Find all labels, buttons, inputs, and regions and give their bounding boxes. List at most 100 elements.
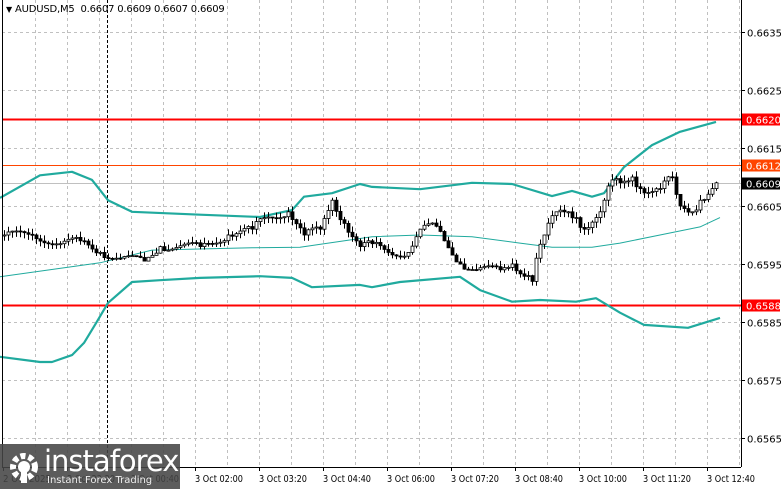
candle-bear [230,234,235,237]
candle-bull [226,234,231,242]
candle-bull [242,228,247,232]
candle-bear [370,240,375,245]
candle-bull [130,255,135,258]
candle-bull [314,226,319,229]
candle-bull [542,234,547,245]
candle-bear [30,233,35,236]
candle-bull [374,241,379,245]
candle-bear [562,209,567,213]
candle-bull [406,251,411,257]
candle-bull [714,182,719,190]
candle-bear [450,247,455,256]
candle-bull [258,218,263,222]
candle-bear [618,178,623,184]
candle-bull [506,266,511,269]
x-tick-label: 3 Oct 02:00 [195,474,243,485]
candle-bear [270,216,275,219]
candle-bear [346,222,351,233]
watermark-name: instaforex [44,444,179,478]
x-tick-label: 3 Oct 11:20 [643,474,691,485]
candle-bear [334,199,339,212]
candle-bear [674,176,679,195]
dropdown-triangle-icon[interactable]: ▼ [6,5,12,14]
candle-bear [198,242,203,248]
x-tick-label: 3 Oct 03:20 [259,474,307,485]
candle-bull [154,252,159,256]
candle-bear [42,240,47,244]
candle-bull [702,199,707,201]
candle-bull [362,242,367,247]
candle-bull [326,210,331,219]
candle-bull [6,231,11,236]
y-tick-label: 0.6615 [747,145,781,156]
candle-bull [122,256,127,259]
candle-bear [118,257,123,260]
candle-bull [306,229,311,236]
candle-bull [706,193,711,200]
candle-bull [658,188,663,191]
candle-bull [502,267,507,271]
x-tick-label: 3 Oct 06:00 [387,474,435,485]
price-label-level: 0.6612 [746,162,781,173]
candle-bear [494,265,499,268]
candle-bull [666,176,671,182]
x-tick-label: 3 Oct 07:20 [451,474,499,485]
candle-bear [638,186,643,190]
candle-bear [26,232,31,235]
candle-bear [642,188,647,194]
candle-bull [66,238,71,242]
candle-bull [238,230,243,235]
candle-bull [486,265,491,268]
candle-bull [10,230,15,233]
candle-bull [246,226,251,229]
candle-bull [698,199,703,211]
candle-bull [214,242,219,245]
instaforex-watermark: instaforex Instant Forex Trading [0,444,180,489]
instaforex-logo-icon [10,453,38,483]
candle-bear [294,219,299,225]
candle-bull [482,266,487,269]
candle-bear [274,217,279,220]
grid [2,0,741,467]
price-label-current: 0.6609 [746,180,781,191]
candle-bear [354,236,359,242]
candle-bull [410,245,415,253]
candle-bull [602,199,607,213]
candle-bull [322,218,327,230]
candle-bull [186,242,191,245]
candle-bear [350,231,355,238]
symbol-ohlc-text: AUDUSD,M5 0.6607 0.6609 0.6607 0.6609 [14,4,225,15]
candle-bull [222,240,227,243]
candle-bull [426,223,431,226]
y-tick-label: 0.6595 [747,261,781,272]
candle-bear [458,261,463,265]
candle-bull [402,255,407,258]
candle-bull [14,230,19,233]
candle-bull [286,211,291,218]
candle-bull [650,191,655,193]
candle-bull [470,269,475,271]
candle-bull [598,211,603,219]
candle-bear [434,222,439,227]
candle-bull [630,176,635,182]
candle-bull [550,215,555,224]
candle-bear [250,226,255,230]
y-tick-label: 0.6585 [747,319,781,330]
candle-bull [478,267,483,271]
axes: 0.6635 0.6625 0.6615 0.6605 0.6595 0.6585 0.65… [2,0,781,485]
candle-bear [110,257,115,260]
candle-bear [514,263,519,272]
candle-bull [654,188,659,192]
y-tick-label: 0.6565 [747,435,781,446]
candle-bear [446,240,451,249]
candle-bear [678,193,683,207]
candle-bull [414,236,419,247]
candle-bear [46,242,51,245]
x-tick-label: 3 Oct 10:00 [579,474,627,485]
candle-bear [462,263,467,270]
price-chart[interactable]: 0.6635 0.6625 0.6615 0.6605 0.6595 0.6585 0.65… [0,0,781,489]
candle-bear [34,234,39,240]
candle-bear [634,176,639,188]
candle-bear [518,270,523,275]
candle-bear [342,219,347,224]
